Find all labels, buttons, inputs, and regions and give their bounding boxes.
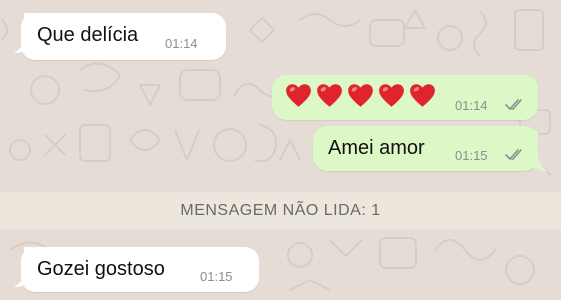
message-time: 01:15	[200, 269, 233, 284]
heart-emoji	[410, 84, 435, 107]
heart-emoji	[379, 84, 404, 107]
message-text: Que delícia	[37, 24, 139, 46]
double-check-icon	[505, 99, 522, 110]
unread-messages-label: MENSAGEM NÃO LIDA: 1	[180, 201, 381, 219]
double-check-icon	[505, 149, 522, 160]
heart-emoji	[286, 84, 311, 107]
emoji-hearts	[285, 83, 436, 108]
heart-emoji	[348, 84, 373, 107]
message-text: Gozei gostoso	[37, 258, 165, 280]
heart-emoji	[317, 84, 342, 107]
message-time: 01:15	[455, 148, 488, 163]
message-time: 01:14	[455, 98, 488, 113]
message-time: 01:14	[165, 36, 198, 51]
bubble-tail	[530, 131, 548, 171]
message-text: Amei amor	[328, 137, 425, 159]
unread-messages-banner: MENSAGEM NÃO LIDA: 1	[0, 192, 561, 229]
